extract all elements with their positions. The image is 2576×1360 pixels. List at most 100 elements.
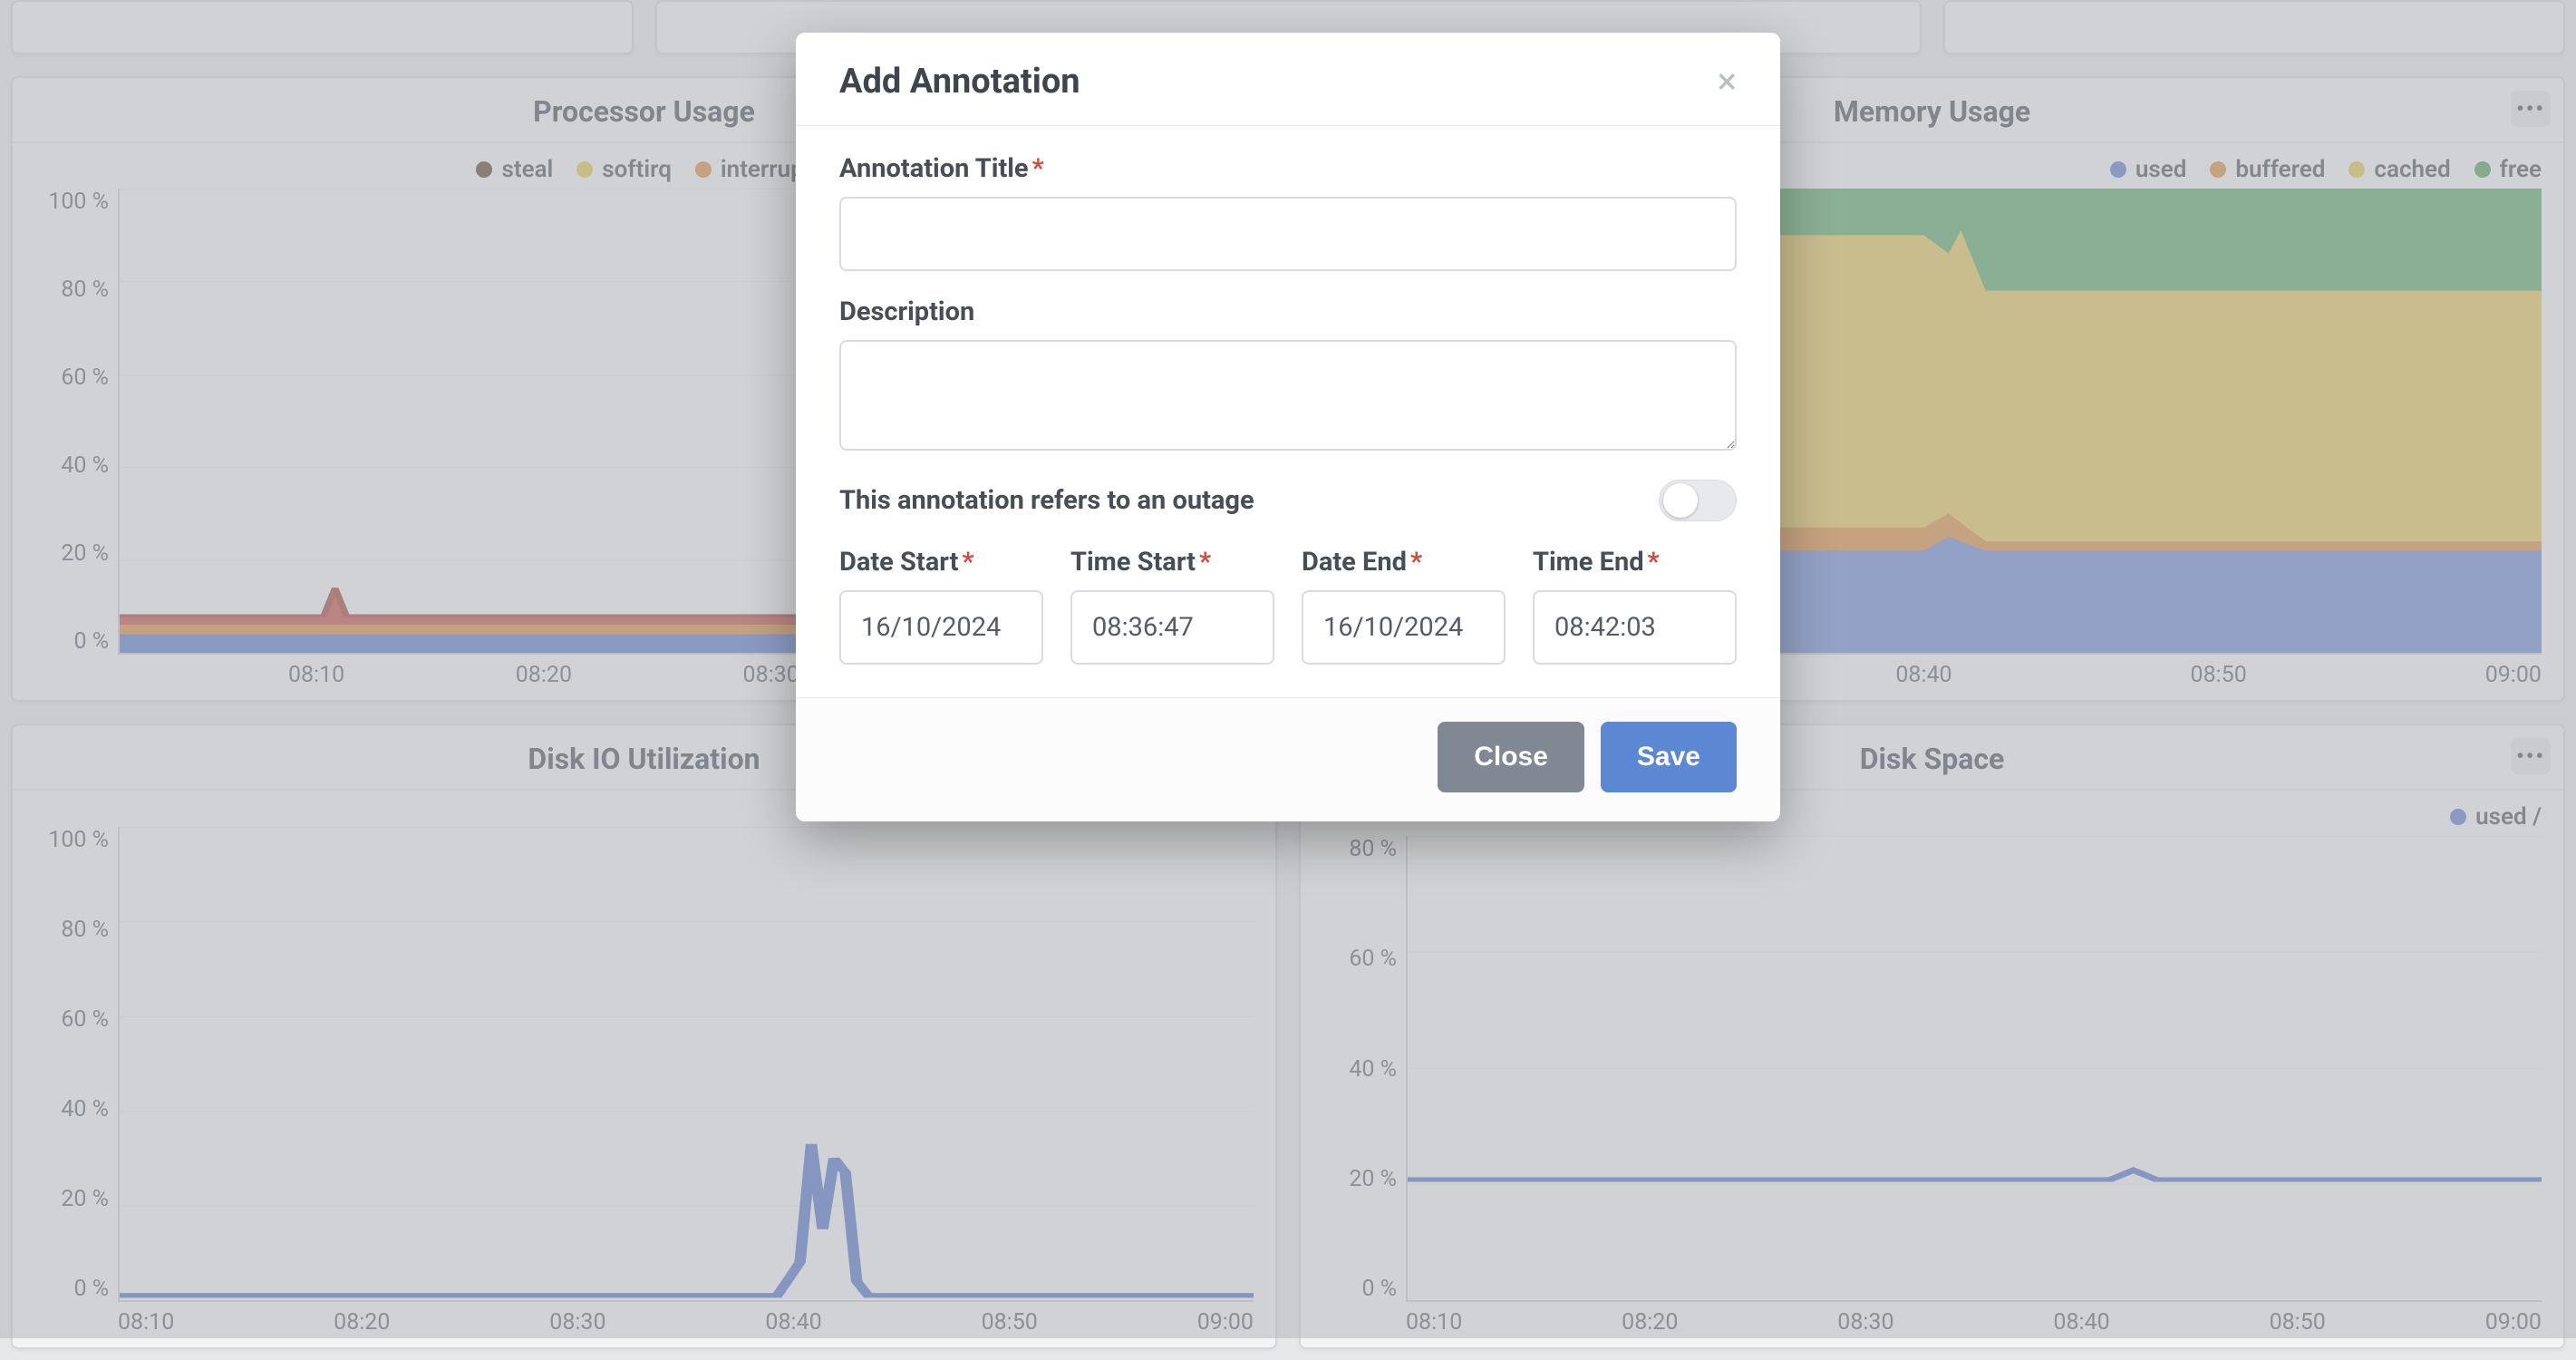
ytick: 80 % <box>61 277 109 303</box>
xtick: 08:20 <box>516 662 572 691</box>
diskio-series <box>120 827 1254 1300</box>
save-button[interactable]: Save <box>1601 722 1737 792</box>
modal-title: Add Annotation <box>839 62 1080 102</box>
time-start-input[interactable] <box>1070 590 1274 665</box>
modal-header: Add Annotation × <box>796 33 1780 126</box>
top-card <box>1943 0 2566 54</box>
xtick: 09:00 <box>1197 1309 1254 1338</box>
xtick: 08:40 <box>1895 662 1951 691</box>
ytick: 40 % <box>61 452 109 479</box>
legend-item[interactable]: used / <box>2450 803 2542 831</box>
xtick: 08:10 <box>1406 1309 1462 1338</box>
annotation-title-input[interactable] <box>839 197 1737 271</box>
xtick: 08:30 <box>743 662 799 691</box>
y-axis: 100 % 80 % 60 % 40 % 20 % 0 % <box>34 827 118 1338</box>
ytick: 40 % <box>61 1096 109 1122</box>
ytick: 0 % <box>73 628 109 655</box>
legend-label: softirq <box>602 156 672 183</box>
date-end-input[interactable] <box>1302 590 1506 665</box>
xtick: 08:40 <box>765 1309 821 1338</box>
swatch-icon <box>2348 161 2365 178</box>
label-text: Time Start <box>1070 547 1196 578</box>
ytick: 0 % <box>73 1276 109 1302</box>
ytick: 60 % <box>61 1006 109 1033</box>
plot-area[interactable] <box>1406 836 2542 1302</box>
ytick: 60 % <box>61 364 109 391</box>
legend-item[interactable]: used <box>2110 156 2187 183</box>
plot: 100 % 80 % 60 % 40 % 20 % 0 % <box>13 791 1275 1347</box>
label-text: Date End <box>1302 547 1407 578</box>
legend-label: cached <box>2374 156 2450 183</box>
close-button[interactable]: Close <box>1438 722 1584 792</box>
modal-body: Annotation Title* Description This annot… <box>796 126 1780 697</box>
plot: 80 % 60 % 40 % 20 % 0 % 08:10 <box>1301 836 2563 1347</box>
ytick: 60 % <box>1349 946 1397 972</box>
outage-label: This annotation refers to an outage <box>839 485 1254 516</box>
legend-item[interactable]: buffered <box>2210 156 2325 183</box>
xtick: 08:20 <box>1622 1309 1678 1338</box>
xtick: 09:00 <box>2485 1309 2542 1338</box>
required-asterisk: * <box>1199 547 1211 578</box>
close-icon[interactable]: × <box>1718 63 1737 100</box>
x-axis: 08:10 08:20 08:30 08:40 08:50 09:00 <box>1406 1302 2542 1338</box>
legend-label: used / <box>2475 803 2542 831</box>
xtick: 08:50 <box>2191 662 2247 691</box>
xtick: 08:50 <box>2270 1309 2326 1338</box>
outage-toggle[interactable] <box>1659 480 1737 521</box>
ytick: 20 % <box>1349 1166 1397 1192</box>
diskspace-series <box>1408 836 2542 1300</box>
field-label: Annotation Title* <box>839 153 1737 184</box>
swatch-icon <box>2450 809 2466 825</box>
xtick: 09:00 <box>2485 662 2542 691</box>
swatch-icon <box>576 161 593 178</box>
ytick: 100 % <box>48 827 109 853</box>
top-card <box>11 0 634 54</box>
label-text: Date Start <box>839 547 958 578</box>
date-time-row: Date Start* Time Start* Date End* Time E… <box>839 547 1737 665</box>
panel-title-text: Disk IO Utilization <box>528 742 760 776</box>
swatch-icon <box>695 161 712 178</box>
ytick: 100 % <box>48 189 109 215</box>
required-asterisk: * <box>1648 547 1660 578</box>
y-axis: 80 % 60 % 40 % 20 % 0 % <box>1322 836 1406 1338</box>
plot-area[interactable] <box>118 827 1254 1302</box>
ytick: 20 % <box>61 540 109 567</box>
field-label: Description <box>839 296 1737 327</box>
xtick: 08:40 <box>2053 1309 2109 1338</box>
swatch-icon <box>2210 161 2226 178</box>
date-start-input[interactable] <box>839 590 1043 665</box>
time-end-input[interactable] <box>1533 590 1737 665</box>
ytick: 80 % <box>61 917 109 943</box>
label-text: Annotation Title <box>839 153 1029 184</box>
legend-item[interactable]: softirq <box>576 156 672 183</box>
panel-menu-button[interactable]: ••• <box>2511 91 2551 127</box>
legend-item[interactable]: free <box>2474 156 2542 183</box>
field-annotation-title: Annotation Title* <box>839 153 1737 271</box>
required-asterisk: * <box>1032 153 1044 184</box>
add-annotation-modal: Add Annotation × Annotation Title* Descr… <box>796 33 1780 821</box>
label-text: Description <box>839 296 974 327</box>
legend-label: buffered <box>2235 156 2325 183</box>
legend-item[interactable]: steal <box>476 156 553 183</box>
xtick: 08:30 <box>1837 1309 1893 1338</box>
field-time-end: Time End* <box>1533 547 1737 665</box>
required-asterisk: * <box>962 547 973 578</box>
ytick: 20 % <box>61 1186 109 1212</box>
x-axis: 08:10 08:20 08:30 08:40 08:50 09:00 <box>118 1302 1254 1338</box>
panel-menu-button[interactable]: ••• <box>2511 738 2551 774</box>
field-description: Description <box>839 296 1737 454</box>
ytick: 40 % <box>1349 1056 1397 1083</box>
field-date-end: Date End* <box>1302 547 1506 665</box>
outage-row: This annotation refers to an outage <box>839 480 1737 521</box>
legend-item[interactable]: cached <box>2348 156 2450 183</box>
swatch-icon <box>476 161 492 178</box>
ytick: 80 % <box>1349 836 1397 862</box>
panel-title-text: Processor Usage <box>533 94 755 129</box>
xtick: 08:50 <box>982 1309 1038 1338</box>
modal-footer: Close Save <box>796 697 1780 821</box>
panel-title-text: Memory Usage <box>1834 94 2030 129</box>
ellipsis-icon: ••• <box>2516 96 2545 121</box>
required-asterisk: * <box>1410 547 1422 578</box>
legend-item[interactable]: interrupt <box>695 156 812 183</box>
description-textarea[interactable] <box>839 340 1737 451</box>
